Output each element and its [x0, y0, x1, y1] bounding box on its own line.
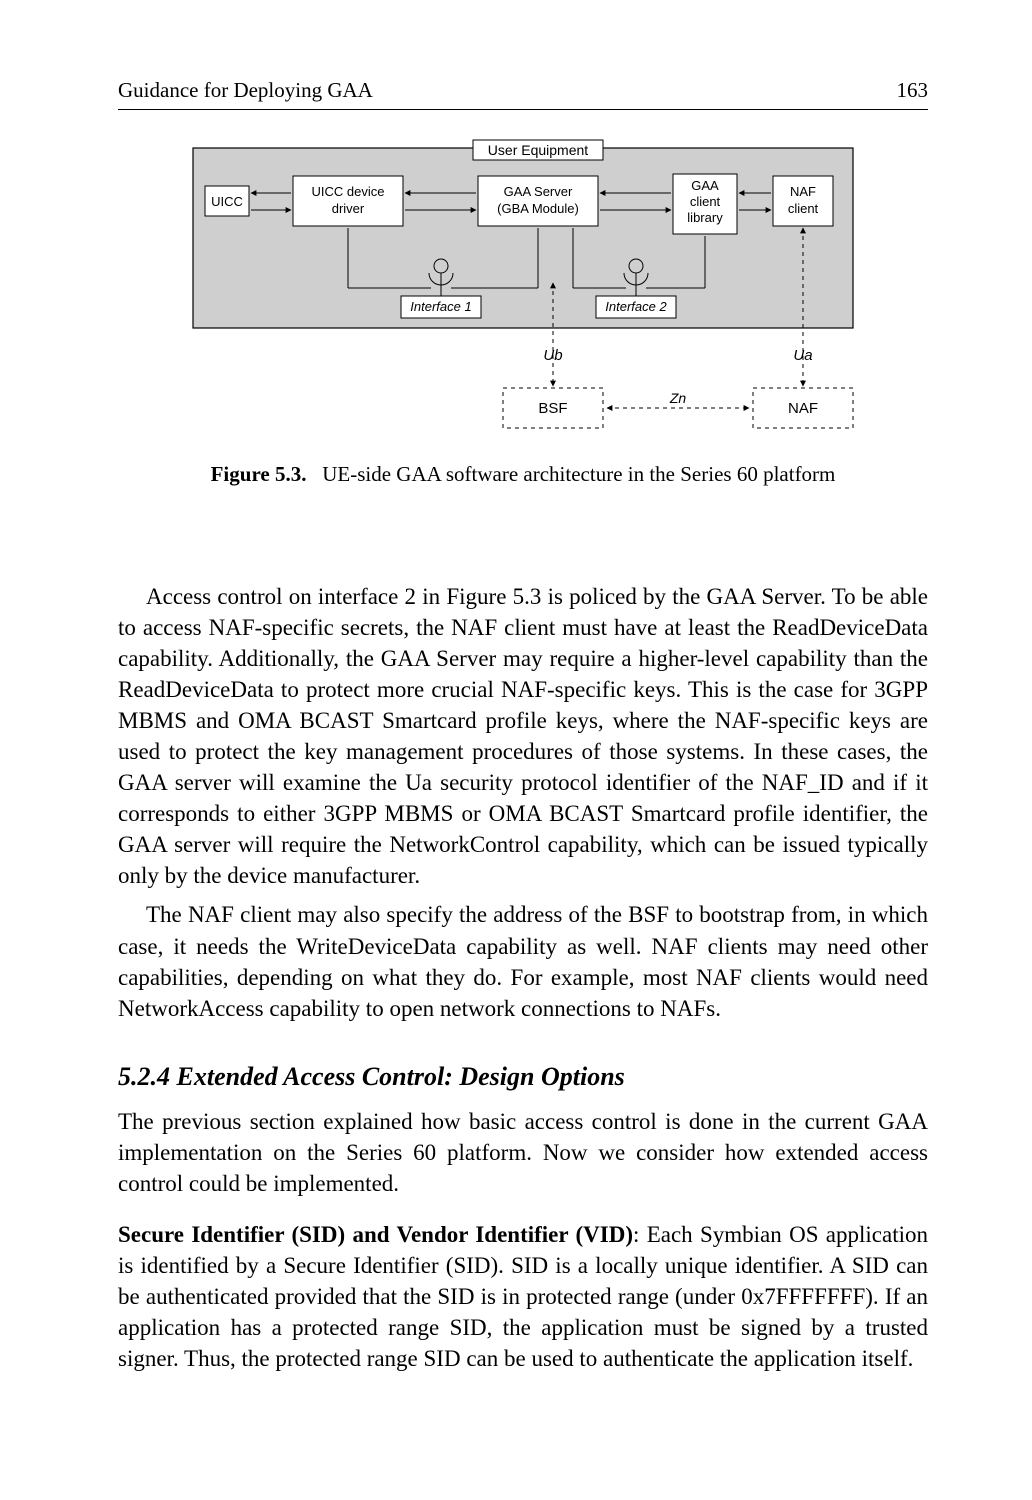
figure-label: Figure 5.3.: [211, 462, 307, 486]
gaa-lib-l3: library: [687, 210, 723, 225]
naf-box-label: NAF: [788, 400, 818, 417]
page-number: 163: [897, 78, 929, 103]
gaa-server-l1: GAA Server: [504, 184, 573, 199]
gaa-lib-l2: client: [690, 194, 721, 209]
figure-5-3: User Equipment UICC UICC device driver G…: [118, 138, 928, 567]
gaa-lib-l1: GAA: [691, 178, 719, 193]
paragraph-2: The NAF client may also specify the addr…: [118, 899, 928, 1023]
zn-label: Zn: [669, 390, 687, 406]
running-head: Guidance for Deploying GAA 163: [118, 78, 928, 110]
paragraph-2-text: The NAF client may also specify the addr…: [118, 902, 928, 1020]
paragraph-3: The previous section explained how basic…: [118, 1106, 928, 1199]
naf-client-l1: NAF: [790, 184, 816, 199]
uicc-driver-l1: UICC device: [312, 184, 385, 199]
ue-label: User Equipment: [488, 142, 588, 158]
sid-vid-label: Secure Identifier (SID) and Vendor Ident…: [118, 1222, 633, 1247]
uicc-box-label: UICC: [211, 194, 243, 209]
ub-label: Ub: [543, 347, 562, 364]
paragraph-4: Secure Identifier (SID) and Vendor Ident…: [118, 1219, 928, 1374]
paragraph-1: Access control on interface 2 in Figure …: [118, 581, 928, 891]
paragraph-3-text: The previous section explained how basic…: [118, 1109, 928, 1196]
bsf-label: BSF: [538, 400, 567, 417]
header-title: Guidance for Deploying GAA: [118, 78, 373, 103]
naf-client-l2: client: [788, 201, 819, 216]
architecture-diagram: User Equipment UICC UICC device driver G…: [183, 138, 863, 448]
gaa-server-l2: (GBA Module): [497, 201, 579, 216]
paragraph-1-text: Access control on interface 2 in Figure …: [118, 584, 928, 888]
interface-1-label: Interface 1: [410, 299, 471, 314]
ua-label: Ua: [793, 347, 812, 364]
interface-2-label: Interface 2: [605, 299, 667, 314]
section-heading: 5.2.4 Extended Access Control: Design Op…: [118, 1062, 928, 1092]
figure-caption: Figure 5.3. UE-side GAA software archite…: [211, 462, 836, 487]
figure-caption-text: UE-side GAA software architecture in the…: [322, 462, 835, 486]
uicc-driver-l2: driver: [332, 201, 365, 216]
